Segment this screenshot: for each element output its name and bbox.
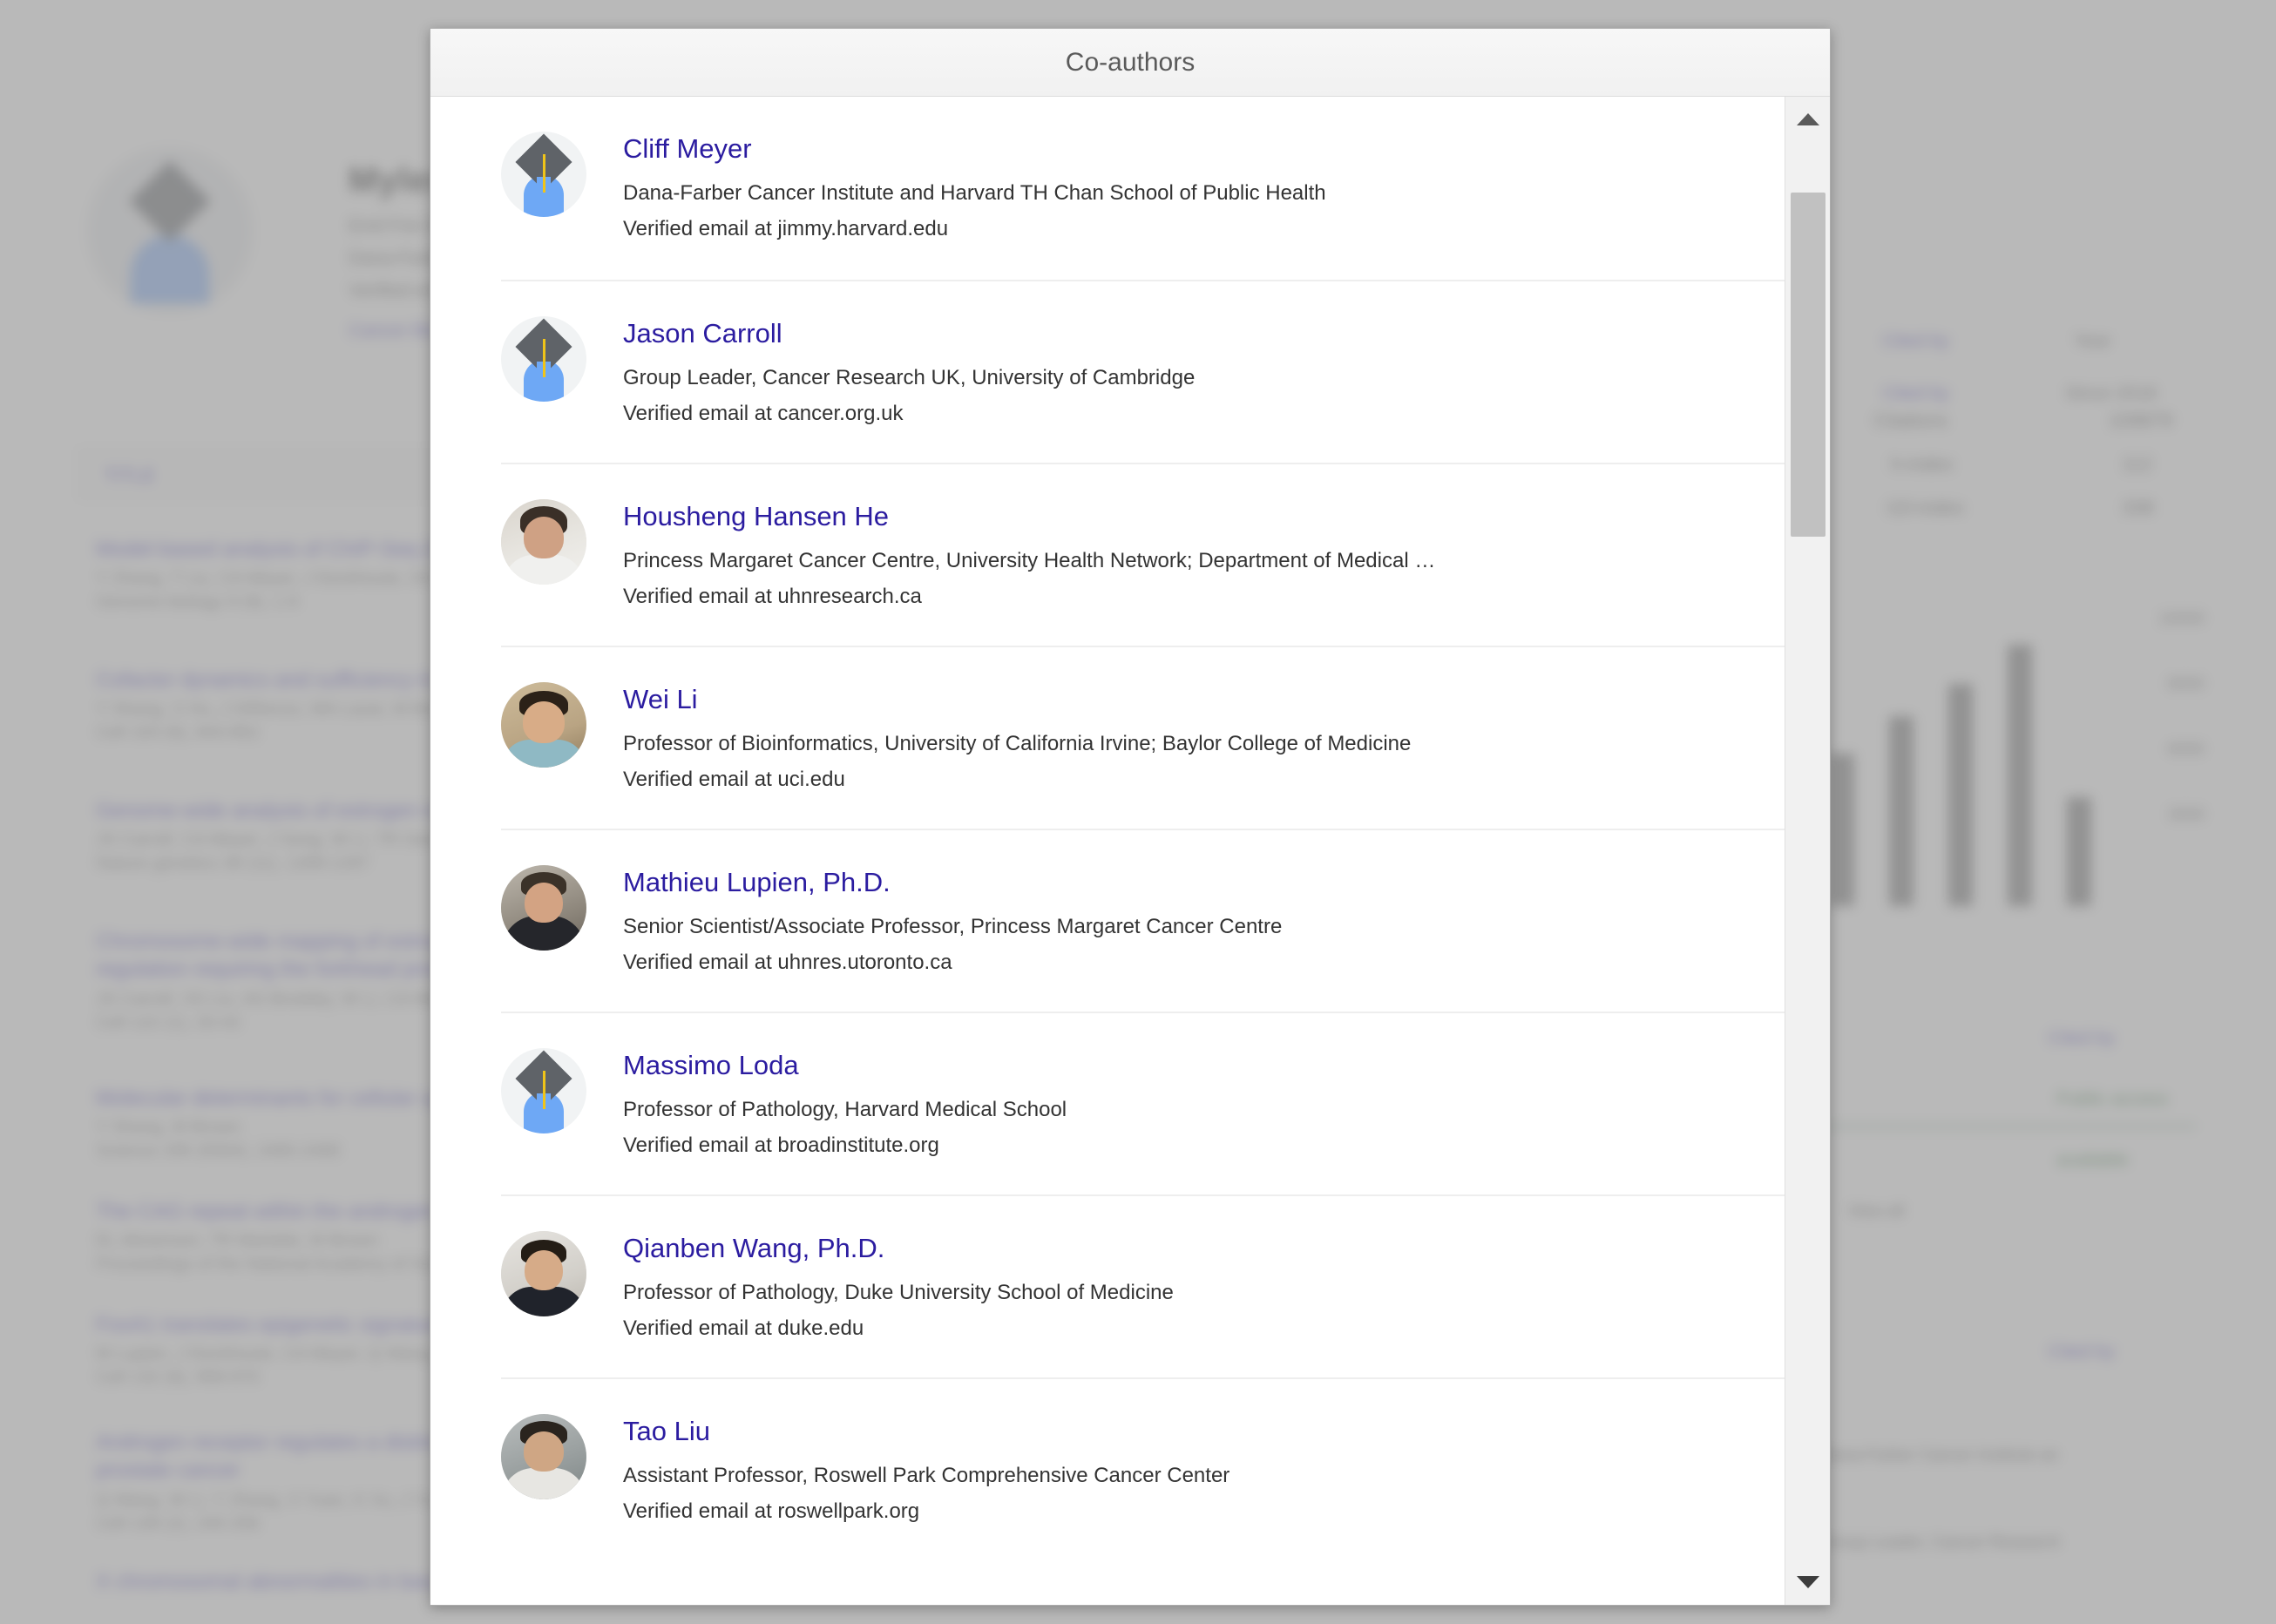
vertical-scrollbar[interactable]	[1785, 97, 1830, 1605]
coauthor-row[interactable]: Jason Carroll Group Leader, Cancer Resear…	[501, 280, 1785, 463]
coauthor-affiliation: Professor of Pathology, Harvard Medical …	[623, 1097, 1067, 1121]
coauthor-verified-email: Verified email at roswellpark.org	[623, 1499, 920, 1523]
coauthor-name-link[interactable]: Massimo Loda	[623, 1050, 799, 1082]
coauthor-affiliation: Senior Scientist/Associate Professor, Pr…	[623, 914, 1283, 938]
coauthor-name-link[interactable]: Housheng Hansen He	[623, 501, 889, 533]
scrollbar-track[interactable]	[1785, 142, 1830, 1560]
coauthor-verified-email: Verified email at cancer.org.uk	[623, 401, 904, 425]
coauthor-name-link[interactable]: Tao Liu	[623, 1416, 710, 1448]
coauthor-info: Tao Liu Assistant Professor, Roswell Park…	[623, 1414, 1758, 1525]
photo-torso	[502, 740, 586, 768]
coauthor-info: Qianben Wang, Ph.D. Professor of Patholog…	[623, 1231, 1758, 1342]
coauthor-verified-email: Verified email at broadinstitute.org	[623, 1133, 939, 1157]
coauthor-info: Housheng Hansen He Princess Margaret Canc…	[623, 499, 1758, 610]
coauthor-info: Mathieu Lupien, Ph.D. Senior Scientist/As…	[623, 865, 1758, 976]
coauthor-photo[interactable]	[501, 499, 586, 585]
coauthor-name-link[interactable]: Cliff Meyer	[623, 133, 752, 166]
scrollbar-thumb[interactable]	[1791, 193, 1826, 537]
scroll-down-arrow-icon	[1797, 1576, 1819, 1588]
coauthor-row[interactable]: Tao Liu Assistant Professor, Roswell Park…	[501, 1377, 1785, 1560]
coauthor-affiliation: Professor of Pathology, Duke University …	[623, 1280, 1174, 1304]
photo-face	[523, 701, 565, 743]
coauthor-affiliation: Princess Margaret Cancer Centre, Univers…	[623, 548, 1436, 572]
dialog-header: Co-authors	[430, 29, 1830, 97]
dialog-body: Cliff Meyer Dana-Farber Cancer Institute …	[430, 97, 1830, 1605]
coauthors-dialog: Co-authors Cliff Meyer Dana-Farber Cancer…	[430, 28, 1831, 1606]
dialog-title: Co-authors	[1065, 47, 1196, 77]
photo-face	[525, 883, 563, 923]
page-root: Myles Brown Emil Frei III Professor of M…	[0, 0, 2276, 1624]
coauthor-verified-email: Verified email at duke.edu	[623, 1316, 864, 1340]
tassel-icon	[543, 339, 545, 377]
default-scholar-avatar-icon[interactable]	[501, 316, 586, 402]
coauthor-affiliation: Professor of Bioinformatics, University …	[623, 731, 1412, 755]
coauthor-affiliation: Assistant Professor, Roswell Park Compre…	[623, 1463, 1230, 1487]
photo-face	[524, 517, 564, 558]
tassel-icon	[543, 1071, 545, 1109]
coauthor-verified-email: Verified email at uhnresearch.ca	[623, 584, 922, 608]
default-scholar-avatar-icon[interactable]	[501, 1048, 586, 1133]
coauthor-verified-email: Verified email at uci.edu	[623, 767, 845, 791]
coauthor-row[interactable]: Housheng Hansen He Princess Margaret Canc…	[501, 463, 1785, 646]
coauthor-row[interactable]: Massimo Loda Professor of Pathology, Harv…	[501, 1012, 1785, 1194]
photo-face	[524, 1431, 564, 1472]
coauthor-info: Cliff Meyer Dana-Farber Cancer Institute …	[623, 132, 1758, 242]
coauthor-row[interactable]: Mathieu Lupien, Ph.D. Senior Scientist/As…	[501, 829, 1785, 1012]
coauthor-row[interactable]: Qianben Wang, Ph.D. Professor of Patholog…	[501, 1194, 1785, 1377]
coauthor-list: Cliff Meyer Dana-Farber Cancer Institute …	[430, 97, 1785, 1605]
coauthor-photo[interactable]	[501, 1231, 586, 1316]
coauthor-photo[interactable]	[501, 682, 586, 768]
tassel-icon	[543, 154, 545, 193]
photo-face	[525, 1250, 563, 1290]
coauthor-verified-email: Verified email at jimmy.harvard.edu	[623, 216, 949, 240]
coauthor-row[interactable]: Cliff Meyer Dana-Farber Cancer Institute …	[430, 97, 1785, 280]
coauthor-name-link[interactable]: Qianben Wang, Ph.D.	[623, 1233, 884, 1265]
coauthor-photo[interactable]	[501, 1414, 586, 1499]
coauthor-name-link[interactable]: Jason Carroll	[623, 318, 782, 350]
coauthor-affiliation: Dana-Farber Cancer Institute and Harvard…	[623, 180, 1326, 205]
coauthor-info: Jason Carroll Group Leader, Cancer Resear…	[623, 316, 1758, 427]
scroll-up-arrow-icon	[1797, 113, 1819, 125]
scroll-down-button[interactable]	[1785, 1560, 1830, 1605]
coauthor-verified-email: Verified email at uhnres.utoronto.ca	[623, 950, 952, 974]
coauthor-info: Massimo Loda Professor of Pathology, Harv…	[623, 1048, 1758, 1159]
coauthor-name-link[interactable]: Wei Li	[623, 684, 698, 716]
scroll-up-button[interactable]	[1785, 97, 1830, 142]
coauthor-affiliation: Group Leader, Cancer Research UK, Univer…	[623, 365, 1196, 389]
coauthor-info: Wei Li Professor of Bioinformatics, Unive…	[623, 682, 1758, 793]
coauthor-photo[interactable]	[501, 865, 586, 951]
coauthor-row[interactable]: Wei Li Professor of Bioinformatics, Unive…	[501, 646, 1785, 829]
default-scholar-avatar-icon[interactable]	[501, 132, 586, 217]
coauthor-name-link[interactable]: Mathieu Lupien, Ph.D.	[623, 867, 891, 899]
